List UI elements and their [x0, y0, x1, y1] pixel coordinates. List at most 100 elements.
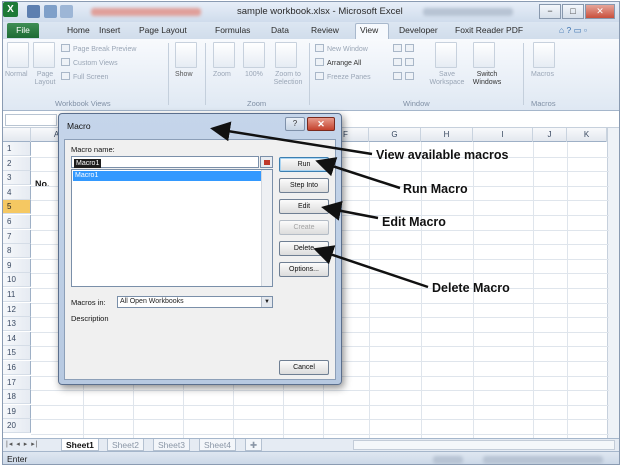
cell-a3[interactable]: No.: [35, 179, 50, 189]
dialog-title: Macro: [67, 121, 91, 131]
tab-view[interactable]: View: [360, 25, 378, 35]
window-title: sample workbook.xlsx - Microsoft Excel: [237, 6, 403, 17]
column-header-k[interactable]: K: [567, 128, 607, 142]
tab-insert[interactable]: Insert: [99, 25, 120, 35]
row-header-8[interactable]: 8: [3, 244, 31, 259]
show-button[interactable]: [175, 42, 197, 68]
horizontal-scrollbar[interactable]: [353, 440, 615, 450]
close-button[interactable]: ✕: [585, 4, 615, 19]
column-header-i[interactable]: I: [473, 128, 533, 142]
column-header-h[interactable]: H: [421, 128, 473, 142]
collapse-dialog-icon[interactable]: [260, 156, 273, 168]
ribbon-right-icons[interactable]: ⌂ ? ▭ ▫: [559, 25, 587, 36]
status-bar: Enter: [3, 451, 619, 464]
dialog-close-button[interactable]: ✕: [307, 117, 335, 131]
row-header-5[interactable]: 5: [3, 200, 31, 215]
zoom-100-button[interactable]: [243, 42, 265, 68]
arrange-all-button[interactable]: Arrange All: [315, 58, 361, 67]
name-box[interactable]: [5, 114, 57, 126]
row-header-10[interactable]: 10: [3, 273, 31, 288]
ribbon-view-tab: Normal Page Layout Page Break Preview Cu…: [3, 39, 619, 111]
row-header-20[interactable]: 20: [3, 419, 31, 434]
status-mode: Enter: [7, 454, 28, 464]
macros-in-select[interactable]: All Open Workbooks ▼: [117, 296, 273, 308]
macro-list-item[interactable]: Macro1: [73, 171, 261, 181]
tab-page-layout[interactable]: Page Layout: [139, 25, 187, 35]
zoom-to-selection-button[interactable]: [275, 42, 297, 68]
cancel-button[interactable]: Cancel: [279, 360, 329, 375]
page-break-preview-button[interactable]: Page Break Preview: [61, 44, 136, 53]
select-all-corner[interactable]: [3, 128, 31, 142]
sheet-nav-arrows[interactable]: |◂ ◂ ▸ ▸|: [6, 439, 39, 451]
options-button[interactable]: Options...: [279, 262, 329, 277]
reset-window-buttons[interactable]: [393, 72, 417, 81]
sheet-tab-4[interactable]: Sheet4: [199, 439, 236, 451]
row-header-16[interactable]: 16: [3, 361, 31, 375]
macro-list[interactable]: Macro1: [71, 169, 273, 287]
column-header-g[interactable]: G: [369, 128, 421, 142]
delete-button[interactable]: Delete: [279, 241, 329, 256]
row-header-9[interactable]: 9: [3, 258, 31, 273]
create-button[interactable]: Create: [279, 220, 329, 235]
row-header-12[interactable]: 12: [3, 302, 31, 317]
tab-review[interactable]: Review: [311, 25, 339, 35]
row-header-1[interactable]: 1: [3, 142, 31, 156]
sync-scroll-buttons[interactable]: [393, 58, 417, 67]
row-header-3[interactable]: 3: [3, 171, 31, 186]
new-window-button[interactable]: New Window: [315, 44, 368, 53]
row-header-6[interactable]: 6: [3, 215, 31, 229]
normal-view-button[interactable]: [7, 42, 29, 68]
row-header-18[interactable]: 18: [3, 390, 31, 405]
insert-sheet-icon[interactable]: ✚: [245, 439, 263, 451]
row-header-4[interactable]: 4: [3, 185, 31, 200]
tab-file[interactable]: File: [7, 23, 39, 38]
vertical-scrollbar[interactable]: [607, 128, 619, 438]
tab-developer[interactable]: Developer: [399, 25, 438, 35]
tab-foxit-reader-pdf[interactable]: Foxit Reader PDF: [455, 25, 523, 35]
row-header-19[interactable]: 19: [3, 404, 31, 419]
page-layout-view-button[interactable]: [33, 42, 55, 68]
dialog-help-button[interactable]: ?: [285, 117, 305, 131]
switch-windows-label: Switch Windows: [472, 71, 502, 86]
custom-views-button[interactable]: Custom Views: [61, 58, 118, 67]
macros-button[interactable]: [533, 42, 555, 68]
excel-app-icon[interactable]: X: [3, 2, 18, 17]
row-header-17[interactable]: 17: [3, 375, 31, 390]
row-header-7[interactable]: 7: [3, 229, 31, 244]
group-label-zoom: Zoom: [247, 99, 267, 108]
zoom-button[interactable]: [213, 42, 235, 68]
save-workspace-button[interactable]: [435, 42, 457, 68]
group-label-macros: Macros: [531, 99, 556, 108]
annotation-edit-macro: Edit Macro: [382, 215, 446, 229]
row-header-13[interactable]: 13: [3, 317, 31, 332]
macro-name-input[interactable]: Macro1: [71, 156, 259, 168]
run-button[interactable]: Run: [279, 157, 329, 172]
edit-button[interactable]: Edit: [279, 199, 329, 214]
row-header-14[interactable]: 14: [3, 331, 31, 346]
gridline-row: [31, 419, 609, 421]
sheet-tab-3[interactable]: Sheet3: [153, 439, 190, 451]
sheet-tab-2[interactable]: Sheet2: [107, 439, 144, 451]
redo-icon[interactable]: [60, 5, 73, 18]
macro-list-scrollbar[interactable]: [261, 170, 272, 286]
row-header-11[interactable]: 11: [3, 288, 31, 302]
freeze-panes-button[interactable]: Freeze Panes: [315, 72, 371, 81]
switch-windows-button[interactable]: [473, 42, 495, 68]
save-icon[interactable]: [27, 5, 40, 18]
minimize-button[interactable]: −: [539, 4, 561, 19]
undo-icon[interactable]: [44, 5, 57, 18]
maximize-button[interactable]: □: [562, 4, 584, 19]
row-header-15[interactable]: 15: [3, 346, 31, 361]
dialog-body: Macro name: Macro1 Macro1 Run Step Into …: [64, 139, 336, 380]
tab-home[interactable]: Home: [67, 25, 90, 35]
dropdown-arrow-icon[interactable]: ▼: [261, 297, 272, 307]
full-screen-button[interactable]: Full Screen: [61, 72, 108, 81]
sheet-tab-1[interactable]: Sheet1: [61, 439, 99, 451]
row-header-2[interactable]: 2: [3, 156, 31, 171]
split-hide-unhide-buttons[interactable]: [393, 44, 417, 53]
step-into-button[interactable]: Step Into: [279, 178, 329, 193]
gridline-column: [567, 142, 568, 438]
column-header-j[interactable]: J: [533, 128, 567, 142]
tab-formulas[interactable]: Formulas: [215, 25, 250, 35]
tab-data[interactable]: Data: [271, 25, 289, 35]
